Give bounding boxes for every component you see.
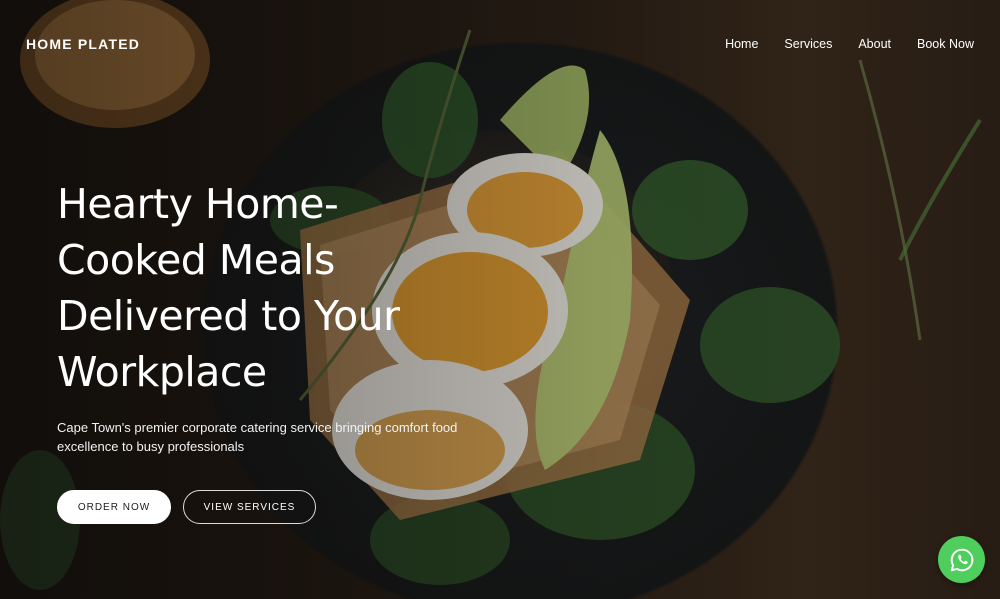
hero-section: HOME PLATED Home Services About Book Now… [0, 0, 1000, 599]
cta-buttons: ORDER NOW VIEW SERVICES [57, 490, 497, 524]
whatsapp-icon [950, 548, 973, 571]
nav-link-about[interactable]: About [858, 37, 891, 51]
view-services-button[interactable]: VIEW SERVICES [183, 490, 316, 524]
hero-title-line: Delivered to Your [57, 292, 400, 340]
site-header: HOME PLATED Home Services About Book Now [0, 0, 1000, 88]
nav-link-services[interactable]: Services [784, 37, 832, 51]
site-logo[interactable]: HOME PLATED [26, 36, 140, 52]
hero-title-line: Cooked Meals [57, 236, 335, 284]
hero-subtitle: Cape Town's premier corporate catering s… [57, 420, 458, 454]
hero-title-line: Hearty Home- [57, 180, 339, 228]
hero-title: Hearty Home- Cooked Meals Delivered to Y… [57, 176, 497, 400]
hero-content: Hearty Home- Cooked Meals Delivered to Y… [57, 176, 497, 524]
hero-title-line: Workplace [57, 348, 267, 396]
order-now-button[interactable]: ORDER NOW [57, 490, 171, 524]
whatsapp-chat-button[interactable] [938, 536, 985, 583]
nav-link-book-now[interactable]: Book Now [917, 37, 974, 51]
nav-link-home[interactable]: Home [725, 37, 758, 51]
main-nav: Home Services About Book Now [725, 37, 974, 51]
